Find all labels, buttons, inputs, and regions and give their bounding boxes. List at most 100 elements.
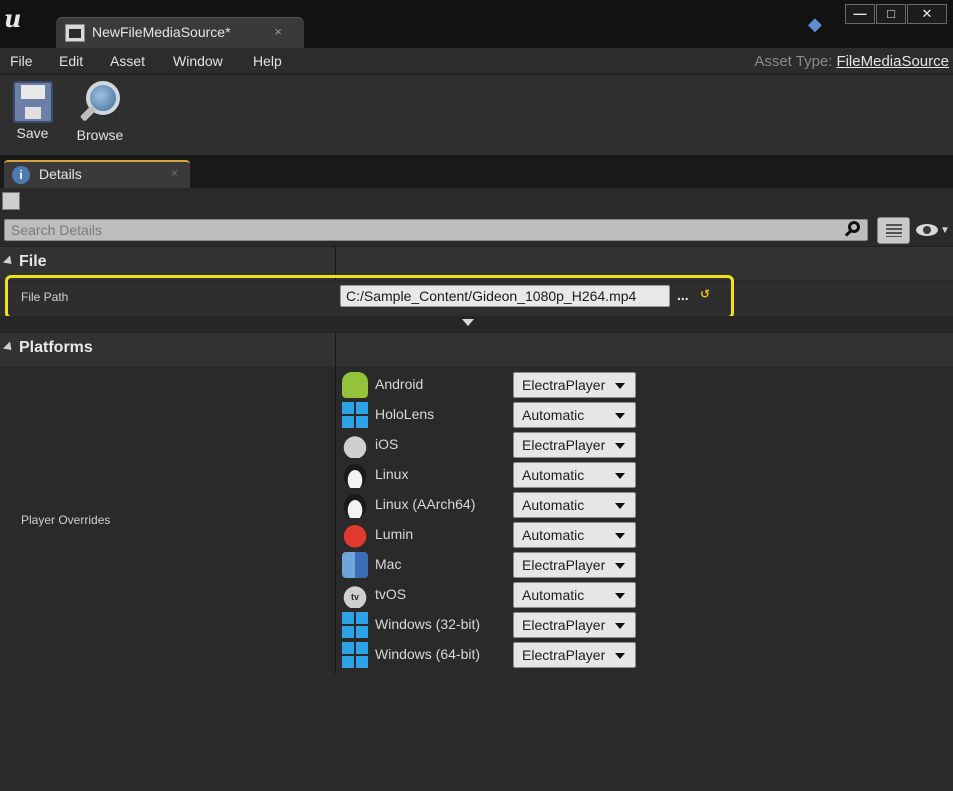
save-label: Save bbox=[16, 125, 49, 141]
platform-row-mac: Mac ElectraPlayer bbox=[340, 550, 640, 580]
apple-icon bbox=[342, 432, 368, 458]
lumin-icon bbox=[342, 522, 368, 548]
windows-icon bbox=[342, 402, 368, 428]
browse-label: Browse bbox=[76, 127, 124, 143]
chevron-down-icon bbox=[615, 563, 625, 569]
platform-label: Mac bbox=[375, 556, 402, 572]
document-tab-label: NewFileMediaSource* bbox=[92, 24, 231, 40]
menu-file[interactable]: File bbox=[10, 53, 33, 69]
save-button[interactable]: Save bbox=[10, 81, 55, 141]
platform-label: Linux (AArch64) bbox=[375, 496, 476, 512]
player-dropdown-windows-64[interactable]: ElectraPlayer bbox=[513, 642, 636, 668]
details-panel: ▼ File File Path ... ↺ Platforms Player … bbox=[0, 188, 953, 791]
platform-row-linux: Linux Automatic bbox=[340, 460, 640, 490]
column-divider[interactable] bbox=[335, 332, 336, 674]
platform-row-tvos: tv tvOS Automatic bbox=[340, 580, 640, 610]
view-options-eye-icon[interactable] bbox=[916, 224, 938, 236]
close-details-tab-icon[interactable]: × bbox=[171, 166, 178, 180]
title-bar: u NewFileMediaSource* × ◆ — □ ✕ bbox=[0, 0, 953, 48]
dropdown-value: Automatic bbox=[522, 467, 585, 483]
dropdown-value: ElectraPlayer bbox=[522, 647, 606, 663]
file-media-source-icon bbox=[65, 24, 85, 42]
minimize-button[interactable]: — bbox=[845, 4, 875, 24]
player-dropdown-linux[interactable]: Automatic bbox=[513, 462, 636, 488]
platform-label: Windows (32-bit) bbox=[375, 616, 481, 632]
category-platforms-label: Platforms bbox=[19, 339, 93, 356]
linux-icon bbox=[342, 492, 368, 518]
advanced-separator bbox=[0, 316, 953, 330]
asset-thumbnail-icon bbox=[2, 192, 20, 210]
platform-label: HoloLens bbox=[375, 406, 435, 422]
panel-tab-bar: i Details × bbox=[0, 155, 953, 188]
tab-details[interactable]: i Details × bbox=[4, 160, 190, 188]
document-tab[interactable]: NewFileMediaSource* × bbox=[56, 17, 304, 48]
toolbar: Save Browse bbox=[0, 75, 953, 155]
chevron-down-icon bbox=[615, 533, 625, 539]
player-dropdown-windows-32[interactable]: ElectraPlayer bbox=[513, 612, 636, 638]
dropdown-value: Automatic bbox=[522, 407, 585, 423]
platform-label: Linux bbox=[375, 466, 409, 482]
maximize-button[interactable]: □ bbox=[876, 4, 906, 24]
player-dropdown-hololens[interactable]: Automatic bbox=[513, 402, 636, 428]
search-input[interactable] bbox=[5, 220, 835, 240]
dropdown-value: ElectraPlayer bbox=[522, 617, 606, 633]
details-tab-label: Details bbox=[39, 166, 82, 182]
save-icon bbox=[12, 81, 53, 123]
menu-edit[interactable]: Edit bbox=[59, 53, 83, 69]
dropdown-value: ElectraPlayer bbox=[522, 557, 606, 573]
menu-window[interactable]: Window bbox=[173, 53, 223, 69]
platform-row-lumin: Lumin Automatic bbox=[340, 520, 640, 550]
tvos-icon: tv bbox=[342, 582, 368, 608]
android-icon bbox=[342, 372, 368, 398]
chevron-down-icon bbox=[615, 653, 625, 659]
close-tab-icon[interactable]: × bbox=[274, 24, 282, 39]
platform-label: tvOS bbox=[375, 586, 407, 602]
player-overrides-label: Player Overrides bbox=[21, 513, 111, 527]
platform-label: iOS bbox=[375, 436, 399, 452]
player-dropdown-lumin[interactable]: Automatic bbox=[513, 522, 636, 548]
category-platforms[interactable]: Platforms bbox=[0, 332, 953, 366]
asset-type-link[interactable]: FileMediaSource bbox=[836, 53, 949, 70]
chevron-down-icon bbox=[615, 473, 625, 479]
platform-row-android: Android ElectraPlayer bbox=[340, 370, 640, 400]
chevron-down-icon bbox=[615, 623, 625, 629]
platform-row-hololens: HoloLens Automatic bbox=[340, 400, 640, 430]
platform-row-windows-64: Windows (64-bit) ElectraPlayer bbox=[340, 640, 640, 670]
asset-type: Asset Type: FileMediaSource bbox=[754, 53, 949, 70]
close-window-button[interactable]: ✕ bbox=[907, 4, 947, 24]
menu-help[interactable]: Help bbox=[253, 53, 282, 69]
collapse-arrow-icon bbox=[2, 255, 16, 268]
browse-magnifier-icon bbox=[78, 81, 122, 125]
player-dropdown-linux-aarch64[interactable]: Automatic bbox=[513, 492, 636, 518]
chevron-down-icon[interactable]: ▼ bbox=[940, 225, 950, 236]
menu-asset[interactable]: Asset bbox=[110, 53, 145, 69]
chevron-down-icon bbox=[615, 503, 625, 509]
platform-row-ios: iOS ElectraPlayer bbox=[340, 430, 640, 460]
dropdown-value: ElectraPlayer bbox=[522, 377, 606, 393]
dropdown-value: Automatic bbox=[522, 527, 585, 543]
asset-type-label: Asset Type: bbox=[754, 53, 833, 70]
platform-row-linux-aarch64: Linux (AArch64) Automatic bbox=[340, 490, 640, 520]
highlight-box bbox=[5, 275, 734, 319]
player-dropdown-mac[interactable]: ElectraPlayer bbox=[513, 552, 636, 578]
windows-icon bbox=[342, 642, 368, 668]
platform-label: Android bbox=[375, 376, 424, 392]
search-icon bbox=[844, 221, 861, 237]
browse-button[interactable]: Browse bbox=[72, 81, 128, 143]
advanced-expand-arrow-icon[interactable] bbox=[462, 319, 474, 326]
linux-icon bbox=[342, 462, 368, 488]
unreal-logo-icon[interactable]: u bbox=[4, 4, 30, 34]
tutorial-hat-icon[interactable]: ◆ bbox=[808, 15, 830, 33]
dropdown-value: Automatic bbox=[522, 497, 585, 513]
windows-icon bbox=[342, 612, 368, 638]
info-icon: i bbox=[12, 166, 30, 184]
property-matrix-button[interactable] bbox=[877, 217, 910, 244]
platform-label: Windows (64-bit) bbox=[375, 646, 481, 662]
player-dropdown-android[interactable]: ElectraPlayer bbox=[513, 372, 636, 398]
chevron-down-icon bbox=[615, 383, 625, 389]
dropdown-value: ElectraPlayer bbox=[522, 437, 606, 453]
player-dropdown-tvos[interactable]: Automatic bbox=[513, 582, 636, 608]
menu-bar: File Edit Asset Window Help Asset Type: F… bbox=[0, 48, 953, 75]
player-dropdown-ios[interactable]: ElectraPlayer bbox=[513, 432, 636, 458]
category-file-label: File bbox=[19, 253, 47, 270]
